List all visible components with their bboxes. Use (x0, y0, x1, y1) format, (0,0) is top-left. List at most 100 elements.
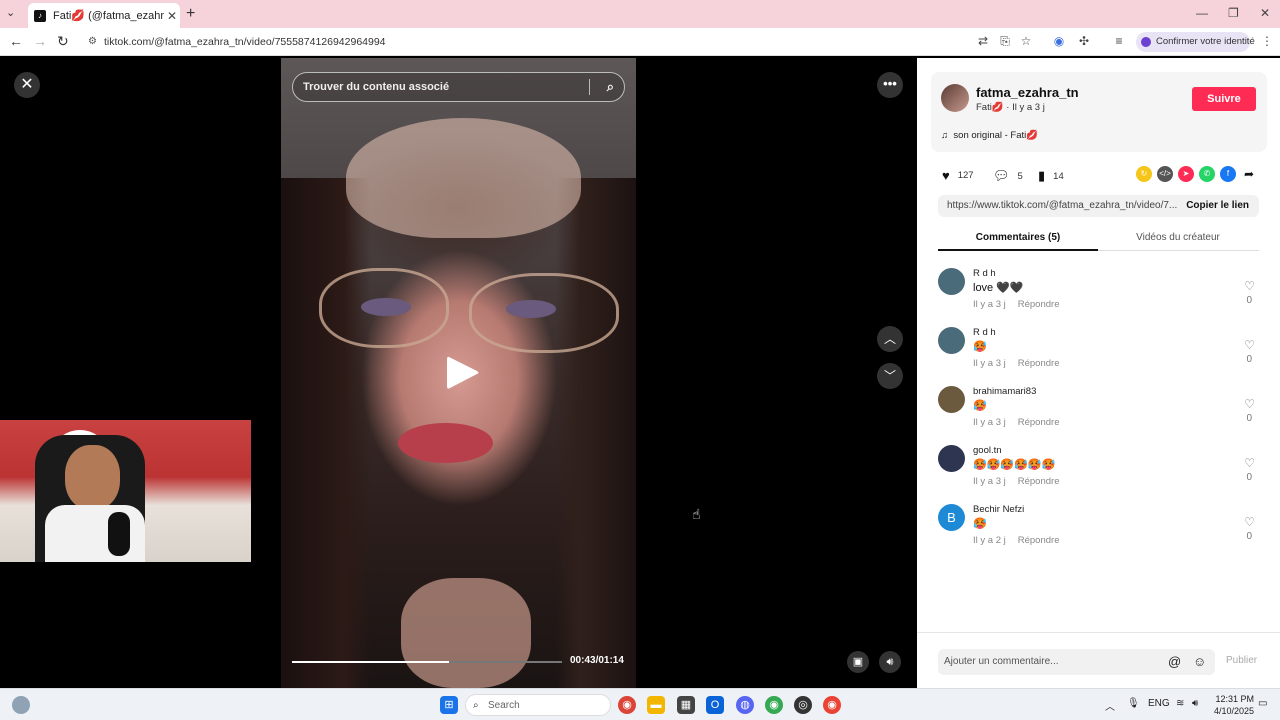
clock[interactable]: 12:31 PM 4/10/2025 (1214, 693, 1254, 717)
comment-time: Il y a 3 j (973, 299, 1006, 310)
publish-button[interactable]: Publier (1226, 655, 1257, 666)
extension-icon[interactable]: ◉ (1052, 34, 1066, 48)
commenter-avatar[interactable] (938, 327, 965, 354)
comment-like-icon[interactable]: ♡ (1244, 338, 1255, 352)
back-icon[interactable]: ← (9, 33, 23, 49)
video-progress-bar[interactable] (292, 661, 562, 663)
site-info-icon[interactable]: ⚙ (88, 31, 97, 53)
more-options-button[interactable]: ••• (877, 72, 903, 98)
notification-icon[interactable]: ▭ (1258, 698, 1267, 709)
send-icon[interactable]: ➤ (1178, 166, 1194, 182)
microphone-icon[interactable]: 🎙︎ (1127, 698, 1140, 709)
facebook-icon[interactable]: f (1220, 166, 1236, 182)
previous-video-button[interactable]: ︿ (877, 326, 903, 352)
play-icon[interactable] (443, 353, 483, 393)
comment-like-icon[interactable]: ♡ (1244, 279, 1255, 293)
reading-list-icon[interactable]: ≡ (1112, 34, 1126, 48)
wifi-icon[interactable]: ≋ (1176, 698, 1184, 709)
video-frame-glasses-left (319, 268, 449, 348)
embed-icon[interactable]: </> (1157, 166, 1173, 182)
creator-subline: Fati💋 · Il y a 3 j (976, 102, 1045, 113)
tray-expand-icon[interactable]: ︿ (1105, 698, 1115, 713)
close-video-button[interactable]: ✕ (14, 72, 40, 98)
tab-comments[interactable]: Commentaires (5) (938, 232, 1098, 251)
browser-tab[interactable]: ♪ Fati💋 (@fatma_ezahra_tn) | Ti ✕ (28, 3, 180, 28)
profile-identity-button[interactable]: Confirmer votre identité (1136, 32, 1255, 52)
reply-button[interactable]: Répondre (1018, 535, 1060, 546)
video-frame-lips (398, 423, 493, 463)
commenter-name[interactable]: Bechir Nefzi (973, 504, 1024, 515)
follow-button[interactable]: Suivre (1192, 87, 1256, 111)
copy-link-button[interactable]: Copier le lien (1186, 195, 1249, 217)
volume-icon[interactable]: 🔊︎ (879, 651, 901, 673)
url-field[interactable]: ⚙ tiktok.com/@fatma_ezahra_tn/video/7555… (84, 31, 964, 53)
like-stat[interactable]: ♥ 127 (942, 168, 974, 183)
next-video-button[interactable]: ﹀ (877, 363, 903, 389)
obs-icon[interactable]: ◎ (794, 696, 812, 714)
comment-input[interactable]: Ajouter un commentaire... @ ☺ (938, 649, 1215, 675)
whatsapp-icon[interactable]: ✆ (1199, 166, 1215, 182)
new-tab-button[interactable]: + (186, 5, 195, 23)
creator-avatar[interactable] (941, 84, 969, 112)
taskbar-search[interactable]: ⌕ Search (465, 694, 611, 716)
details-panel: fatma_ezahra_tn Fati💋 · Il y a 3 j Suivr… (917, 58, 1280, 688)
reply-button[interactable]: Répondre (1018, 358, 1060, 369)
share-page-icon[interactable]: ⎘ (998, 34, 1012, 48)
save-stat[interactable]: ▮ 14 (1038, 168, 1064, 184)
comment-input-placeholder: Ajouter un commentaire... (944, 656, 1059, 667)
weather-widget-icon[interactable] (12, 696, 30, 714)
profile-avatar-icon (1141, 37, 1151, 47)
outlook-icon[interactable]: O (706, 696, 724, 714)
tab-close-icon[interactable]: ✕ (164, 9, 180, 23)
translate-icon[interactable]: ⇄ (976, 34, 990, 48)
tab-creator-videos[interactable]: Vidéos du créateur (1098, 232, 1258, 243)
chrome-active-icon[interactable]: ◉ (823, 696, 841, 714)
comment-like-icon[interactable]: ♡ (1244, 456, 1255, 470)
bookmark-icon: ▮ (1038, 168, 1046, 183)
reload-icon[interactable]: ↻ (57, 33, 69, 50)
comment-meta: Il y a 3 j Répondre (973, 358, 1059, 369)
commenter-avatar[interactable] (938, 445, 965, 472)
tab-search-icon[interactable]: ⌄ (6, 6, 15, 19)
language-indicator[interactable]: ENG (1148, 698, 1170, 709)
creator-username[interactable]: fatma_ezahra_tn (976, 85, 1079, 100)
search-icon[interactable]: ⌕ (607, 73, 614, 101)
comment-time: Il y a 3 j (973, 417, 1006, 428)
commenter-avatar[interactable] (938, 268, 965, 295)
bookmark-star-icon[interactable]: ☆ (1019, 34, 1033, 48)
start-icon[interactable]: ⊞ (440, 696, 458, 714)
commenter-avatar[interactable]: B (938, 504, 965, 531)
related-content-search[interactable]: Trouver du contenu associé ⌕ (292, 72, 625, 102)
window-close-icon[interactable]: ✕ (1260, 6, 1270, 20)
speaker-icon[interactable]: 🔊︎ (1192, 698, 1198, 709)
extensions-puzzle-icon[interactable]: ✣ (1077, 34, 1091, 48)
commenter-name[interactable]: R d h (973, 327, 996, 338)
commenter-name[interactable]: brahimamari83 (973, 386, 1036, 397)
commenter-name[interactable]: gool.tn (973, 445, 1002, 456)
mention-icon[interactable]: @ (1168, 649, 1181, 675)
repost-icon[interactable]: ↻ (1136, 166, 1152, 182)
chrome-profile-icon[interactable]: ◉ (765, 696, 783, 714)
chrome-icon[interactable]: ◉ (618, 696, 636, 714)
comment-stat[interactable]: 💬︎ 5 (993, 168, 1023, 184)
discord-icon[interactable]: ◍ (736, 696, 754, 714)
floating-player-icon[interactable]: ▣ (847, 651, 869, 673)
minimize-icon[interactable]: — (1196, 6, 1208, 20)
commenter-avatar[interactable] (938, 386, 965, 413)
commenter-name[interactable]: R d h (973, 268, 996, 279)
reply-button[interactable]: Répondre (1018, 476, 1060, 487)
music-link[interactable]: ♫ son original - Fati💋 (941, 130, 1038, 141)
comment-like-icon[interactable]: ♡ (1244, 397, 1255, 411)
comment-like-icon[interactable]: ♡ (1244, 515, 1255, 529)
file-explorer-icon[interactable]: ▬ (647, 696, 665, 714)
microsoft-store-icon[interactable]: ▦ (677, 696, 695, 714)
reply-button[interactable]: Répondre (1018, 417, 1060, 428)
maximize-icon[interactable]: ❐ (1228, 6, 1239, 20)
forward-icon[interactable]: → (33, 33, 47, 49)
browser-menu-icon[interactable]: ⋮ (1260, 34, 1274, 48)
reply-button[interactable]: Répondre (1018, 299, 1060, 310)
comment-meta: Il y a 3 j Répondre (973, 417, 1059, 428)
share-arrow-icon[interactable]: ➦ (1241, 166, 1257, 182)
webcam-microphone (108, 512, 130, 556)
emoji-icon[interactable]: ☺ (1193, 649, 1206, 675)
